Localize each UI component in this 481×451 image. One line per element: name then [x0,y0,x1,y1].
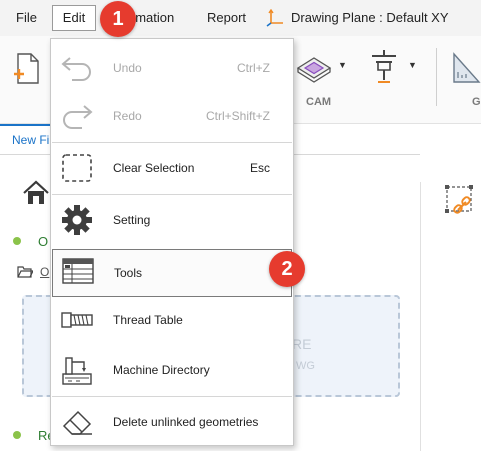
menu-item-machine-directory[interactable]: Machine Directory [52,345,292,395]
menu-item-label: Tools [114,266,143,280]
undo-icon [61,57,91,81]
menu-item-label: Machine Directory [113,363,210,377]
status-dot [13,431,21,439]
menu-item-delete-unlinked-geometries[interactable]: Delete unlinked geometries [52,397,292,447]
menu-edit[interactable]: Edit [52,5,96,31]
cam-tool-icon[interactable] [366,48,402,86]
menu-bar: File Edit omation Report Drawing Plane :… [0,0,481,36]
menu-item-label: Undo [113,61,142,75]
machine-directory-icon [62,357,92,385]
home-icon[interactable] [22,180,50,206]
geometry-ruler-icon[interactable] [452,50,481,84]
menu-item-shortcut: Esc [249,161,270,175]
menu-item-label: Redo [113,109,142,123]
thread-table-icon [61,312,93,328]
menu-item-tools[interactable]: Tools [52,249,292,297]
open-file-link[interactable]: O [40,265,49,279]
eraser-icon [62,410,92,435]
menu-item-undo[interactable]: Undo Ctrl+Z [52,43,292,93]
menu-item-label: Delete unlinked geometries [113,415,259,429]
step-1-badge: 1 [100,1,136,37]
cam-group-label: CAM [306,96,332,108]
clear-selection-icon [62,154,92,182]
edit-menu-dropdown: Undo Ctrl+Z Redo Ctrl+Shift+Z Clear Sele… [50,38,294,446]
menu-report[interactable]: Report [207,0,246,36]
redo-icon [63,105,93,129]
g-group-label: G [472,96,481,108]
cam-pocket-icon[interactable] [296,54,336,84]
link-geometry-icon[interactable] [444,184,476,220]
menu-item-clear-selection[interactable]: Clear Selection Esc [52,143,292,193]
menu-file[interactable]: File [16,0,37,36]
drawing-plane-icon [266,9,283,27]
chevron-down-icon[interactable]: ▼ [338,60,347,70]
menu-item-shortcut: Ctrl+Z [237,61,270,75]
menu-item-shortcut: Ctrl+Shift+Z [205,109,270,123]
menu-item-label: Thread Table [113,313,183,327]
new-file-icon[interactable] [12,52,42,86]
menu-item-redo[interactable]: Redo Ctrl+Shift+Z [52,91,292,141]
toolbar-separator [436,48,437,106]
panel-divider [420,182,421,451]
menu-item-thread-table[interactable]: Thread Table [52,295,292,345]
tools-table-icon [62,258,94,284]
dropzone-text: RE [292,336,312,352]
tab-new-file[interactable]: New Fi [0,124,50,154]
menu-drawing-plane[interactable]: Drawing Plane : Default XY [291,0,449,36]
step-2-badge: 2 [269,251,305,287]
chevron-down-icon[interactable]: ▼ [408,60,417,70]
folder-open-icon[interactable] [17,265,33,279]
panel-item-label: O [38,234,49,249]
gear-icon [62,205,92,235]
menu-item-label: Clear Selection [113,161,195,175]
dropzone-subtext: WG [296,360,315,372]
menu-item-setting[interactable]: Setting [52,195,292,245]
menu-item-label: Setting [113,213,151,227]
status-dot [13,237,21,245]
